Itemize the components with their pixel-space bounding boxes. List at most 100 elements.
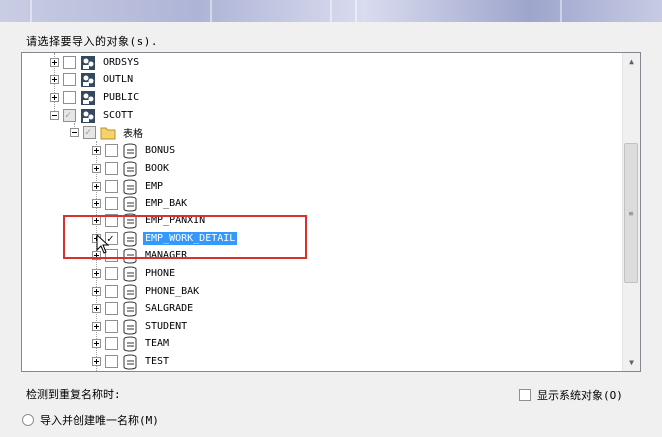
expand-icon[interactable]	[92, 216, 101, 225]
tree-item-table-test[interactable]: TEST	[92, 353, 171, 370]
tree-item-label: PUBLIC	[103, 92, 140, 103]
tree-item-label: 表格	[123, 129, 143, 140]
tree-item-label: TEST	[145, 356, 170, 367]
scroll-down-arrow-icon[interactable]: ▼	[623, 354, 640, 371]
tree-item-label: TEAM	[145, 338, 170, 349]
folder-icon	[100, 125, 116, 141]
tree-item-label: STUDENT	[145, 321, 188, 332]
tree-item-table-emp-work-detail[interactable]: EMP_WORK_DETAIL	[92, 230, 239, 247]
user-schema-icon	[80, 90, 96, 106]
tree-item-table-emp[interactable]: EMP	[92, 178, 165, 195]
tree-item-table-phone-bak[interactable]: PHONE_BAK	[92, 283, 201, 300]
expand-icon[interactable]	[50, 93, 59, 102]
table-icon	[122, 319, 138, 335]
tree-item-label-selected: EMP_WORK_DETAIL	[141, 231, 239, 246]
checkbox[interactable]	[519, 389, 531, 401]
object-tree[interactable]: ORDSYS OUTLN PUBLIC SCOTT 表格	[21, 52, 641, 372]
show-system-objects-checkbox[interactable]: 显示系统对象(O)	[519, 387, 623, 403]
table-icon	[122, 143, 138, 159]
expand-icon[interactable]	[92, 304, 101, 313]
collapse-icon[interactable]	[70, 128, 79, 137]
tree-item-label: SCOTT	[103, 110, 134, 121]
tree-item-label: PHONE	[145, 268, 176, 279]
expand-icon[interactable]	[50, 58, 59, 67]
table-icon	[122, 301, 138, 317]
expand-icon[interactable]	[92, 269, 101, 278]
table-icon	[122, 266, 138, 282]
tree-item-label: ORDSYS	[103, 57, 140, 68]
show-system-objects-label: 显示系统对象(O)	[537, 389, 623, 402]
tree-item-outln[interactable]: OUTLN	[50, 71, 135, 88]
tree-item-label: PHONE_BAK	[145, 286, 200, 297]
tree-item-label: OUTLN	[103, 74, 134, 85]
checkbox[interactable]	[105, 302, 118, 315]
dialog-header-banner	[0, 0, 662, 22]
checkbox[interactable]	[105, 180, 118, 193]
checkbox[interactable]	[63, 91, 76, 104]
checkbox[interactable]	[105, 197, 118, 210]
table-icon	[122, 231, 138, 247]
tree-item-table-salgrade[interactable]: SALGRADE	[92, 300, 195, 317]
mouse-pointer-icon	[96, 233, 110, 257]
duplicate-name-label: 检测到重复名称时:	[26, 388, 121, 401]
tree-item-label: BOOK	[145, 163, 170, 174]
expand-icon[interactable]	[92, 182, 101, 191]
checkbox[interactable]	[63, 73, 76, 86]
tree-item-label: EMP	[145, 181, 164, 192]
expand-icon[interactable]	[92, 357, 101, 366]
tree-item-table-emp-panxin[interactable]: EMP_PANXIN	[92, 212, 207, 229]
checkbox-partial[interactable]	[63, 109, 76, 122]
radio-button[interactable]	[22, 414, 34, 426]
checkbox[interactable]	[63, 56, 76, 69]
checkbox[interactable]	[105, 162, 118, 175]
import-unique-name-label: 导入并创建唯一名称(M)	[40, 414, 159, 427]
tree-item-label: EMP_BAK	[145, 198, 188, 209]
tree-item-scott[interactable]: SCOTT	[50, 107, 135, 124]
tree-item-ordsys[interactable]: ORDSYS	[50, 54, 141, 71]
expand-icon[interactable]	[92, 322, 101, 331]
expand-icon[interactable]	[50, 75, 59, 84]
table-icon	[122, 213, 138, 229]
table-icon	[122, 354, 138, 370]
checkbox[interactable]	[105, 320, 118, 333]
tree-item-label: MANAGER	[145, 250, 188, 261]
select-objects-prompt: 请选择要导入的对象(s).	[26, 35, 158, 48]
table-icon	[122, 196, 138, 212]
table-icon	[122, 161, 138, 177]
table-icon	[122, 179, 138, 195]
checkbox[interactable]	[105, 285, 118, 298]
tree-item-public[interactable]: PUBLIC	[50, 89, 141, 106]
tree-item-label: EMP_PANXIN	[145, 215, 206, 226]
scroll-up-arrow-icon[interactable]: ▲	[623, 53, 640, 70]
tree-item-table-phone[interactable]: PHONE	[92, 265, 177, 282]
tree-item-table-team[interactable]: TEAM	[92, 335, 171, 352]
table-icon	[122, 336, 138, 352]
expand-icon[interactable]	[92, 199, 101, 208]
expand-icon[interactable]	[92, 287, 101, 296]
expand-icon[interactable]	[92, 339, 101, 348]
checkbox[interactable]	[105, 144, 118, 157]
table-icon	[122, 284, 138, 300]
user-schema-icon	[80, 55, 96, 71]
user-schema-icon	[80, 72, 96, 88]
user-schema-icon	[80, 108, 96, 124]
expand-icon[interactable]	[92, 164, 101, 173]
collapse-icon[interactable]	[50, 111, 59, 120]
checkbox[interactable]	[105, 337, 118, 350]
table-icon	[122, 248, 138, 264]
tree-item-table-book[interactable]: BOOK	[92, 160, 171, 177]
tree-item-tables-folder[interactable]: 表格	[70, 124, 145, 141]
tree-item-label: SALGRADE	[145, 303, 194, 314]
tree-item-label: BONUS	[145, 145, 176, 156]
checkbox[interactable]	[105, 214, 118, 227]
checkbox[interactable]	[105, 267, 118, 280]
scrollbar-thumb[interactable]: ≡	[624, 143, 638, 283]
expand-icon[interactable]	[92, 146, 101, 155]
checkbox[interactable]	[105, 355, 118, 368]
checkbox-partial[interactable]	[83, 126, 96, 139]
tree-item-table-student[interactable]: STUDENT	[92, 318, 189, 335]
tree-item-table-emp-bak[interactable]: EMP_BAK	[92, 195, 189, 212]
vertical-scrollbar[interactable]: ▲ ≡ ▼	[622, 53, 640, 371]
tree-item-table-bonus[interactable]: BONUS	[92, 142, 177, 159]
import-unique-name-radio[interactable]: 导入并创建唯一名称(M)	[22, 412, 159, 428]
